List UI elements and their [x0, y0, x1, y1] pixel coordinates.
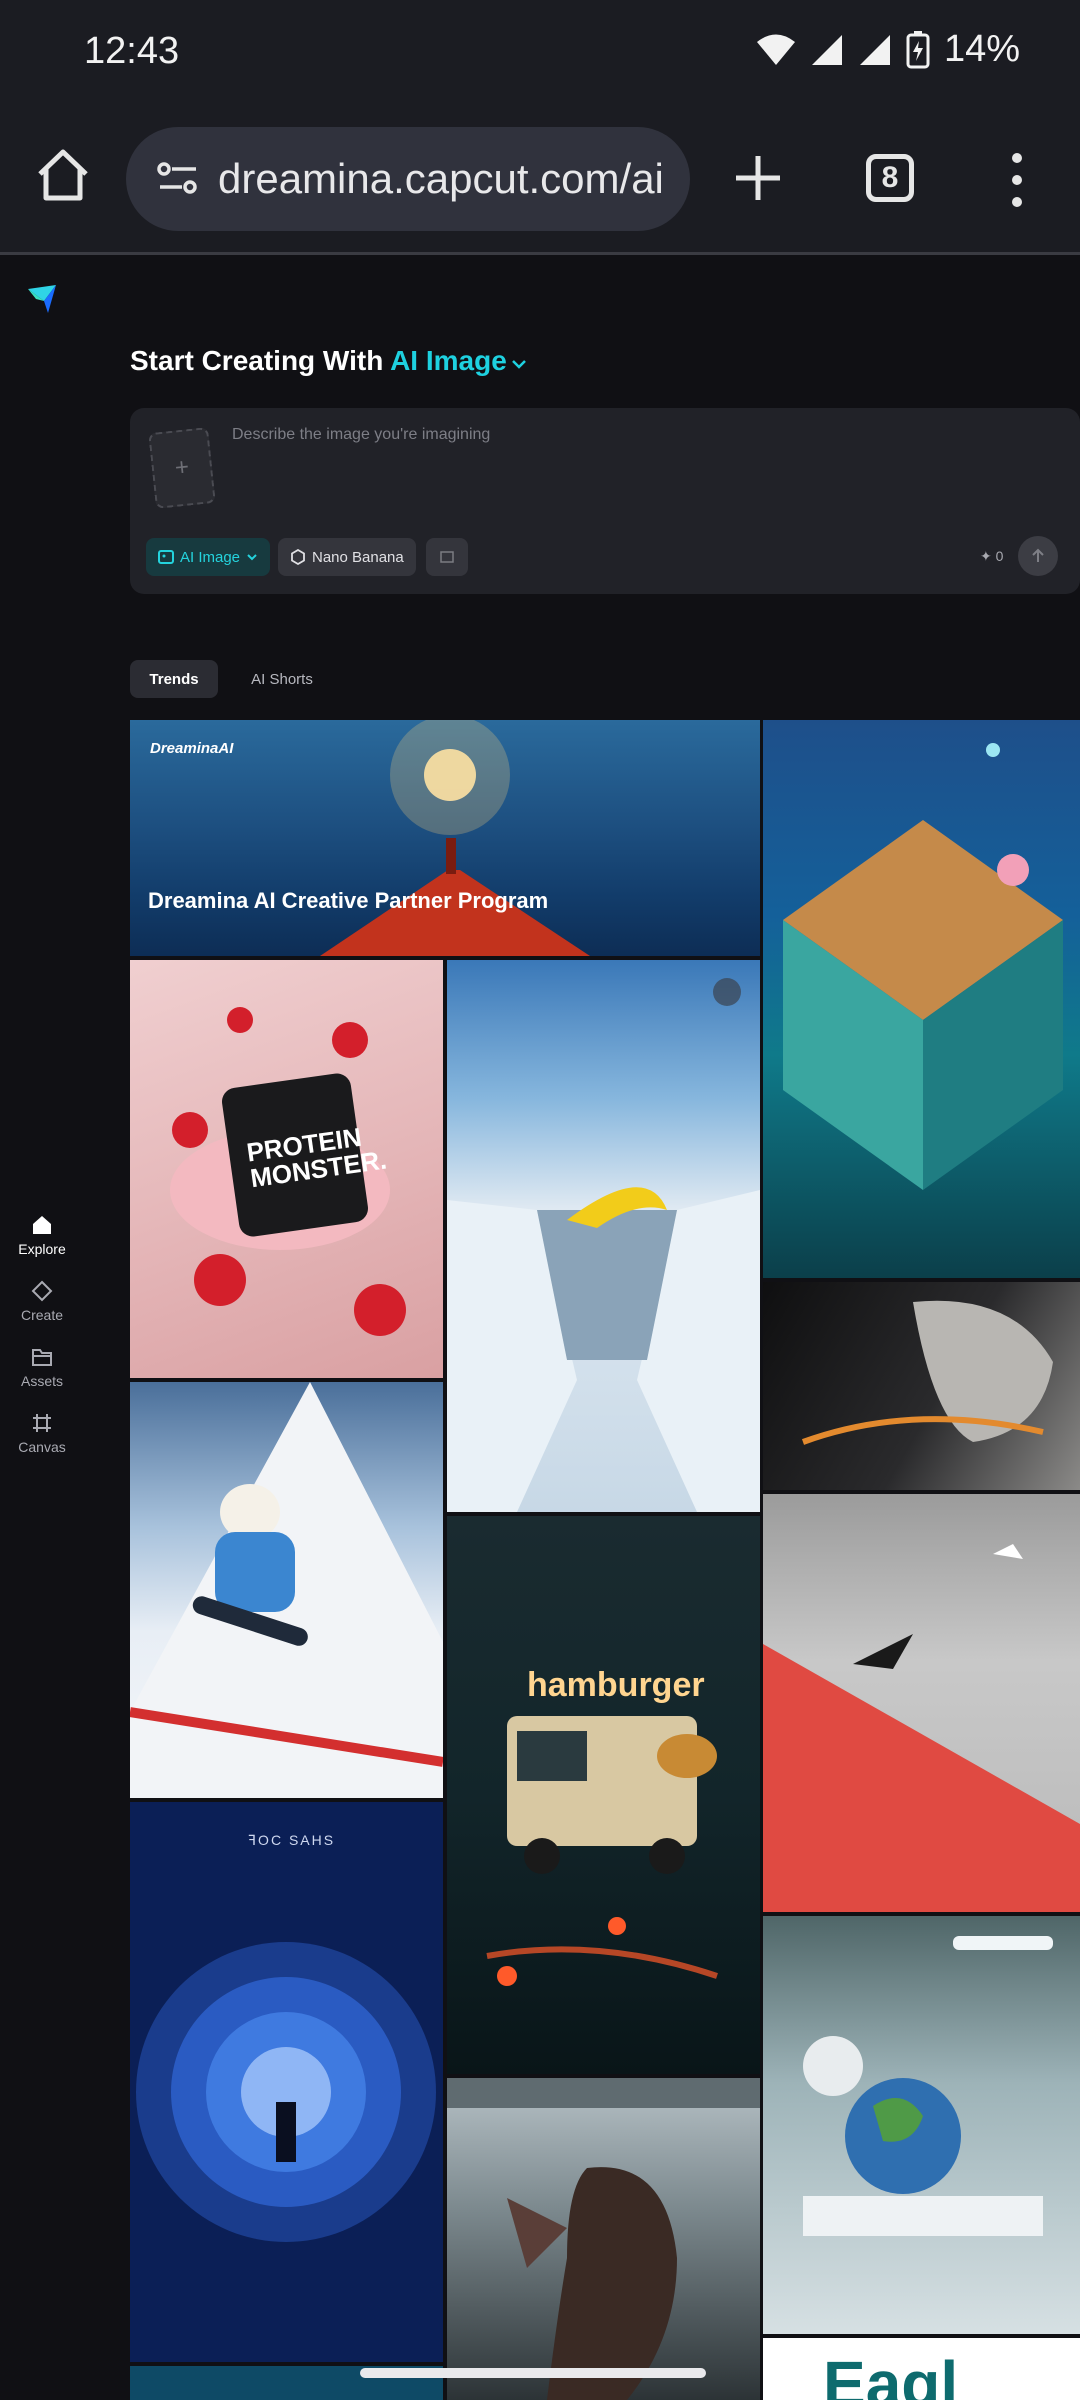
sculpture-art: [801, 1300, 1053, 1445]
home-icon[interactable]: [34, 146, 92, 204]
chip-label: Nano Banana: [312, 548, 404, 566]
status-bar: 12:43 14%: [0, 0, 1080, 110]
home-icon: [33, 1216, 51, 1234]
battery-percent: 14%: [943, 28, 1020, 70]
banner-card[interactable]: DreaminaAI Dreamina AI Creative Partner …: [130, 720, 760, 956]
sign-text: Eagl: [823, 2348, 959, 2400]
food-truck-art: [486, 1716, 718, 1986]
gallery-card-bear[interactable]: [130, 1382, 443, 1798]
page-title: Start Creating With AI Image: [130, 345, 527, 377]
gallery-card-protein[interactable]: PROTEIN MONSTER.: [130, 960, 443, 1378]
gallery-card-hospital[interactable]: [763, 1916, 1080, 2334]
model-icon: [291, 549, 305, 565]
red-city-art: [763, 1544, 1080, 1912]
aspect-ratio-button[interactable]: [426, 538, 468, 576]
tab-switcher-button[interactable]: 8: [866, 154, 914, 202]
home-indicator[interactable]: [360, 2368, 706, 2378]
chip-label: AI Image: [180, 548, 241, 566]
prompt-input[interactable]: Describe the image you're imagining: [232, 426, 490, 444]
site-settings-icon[interactable]: [148, 159, 208, 199]
sidebar-item-explore[interactable]: Explore: [0, 1213, 84, 1257]
status-icons: 14%: [756, 28, 1020, 71]
sidebar-item-assets[interactable]: Assets: [0, 1345, 84, 1389]
canvas-icon: [33, 1414, 51, 1432]
chevron-down-icon: [511, 360, 526, 369]
title-prefix: Start Creating With: [130, 345, 384, 376]
banner-brand: DreaminaAI: [150, 740, 234, 757]
underwater-art: [783, 743, 1063, 1190]
sidebar-item-label: Assets: [20, 1373, 63, 1389]
more-options-icon[interactable]: [1000, 150, 1034, 210]
dreamina-logo-icon[interactable]: [26, 283, 58, 315]
gallery-card-red-city[interactable]: [763, 1494, 1080, 1912]
chevron-down-icon: [247, 554, 257, 561]
ai-image-chip[interactable]: AI Image: [146, 538, 271, 576]
upload-reference-button[interactable]: +: [148, 427, 216, 509]
model-chip[interactable]: Nano Banana: [278, 538, 416, 576]
diamond-icon: [31, 1280, 53, 1302]
neon-sign: hamburger: [527, 1666, 705, 1704]
poster-title: ꟻOC SAHS: [248, 1832, 336, 1848]
battery-icon: [906, 30, 930, 68]
gallery-card-food-truck[interactable]: hamburger: [447, 1516, 760, 2074]
sidebar: Explore Create Assets Canvas: [0, 255, 84, 2400]
gallery-card-underwater-city[interactable]: [763, 720, 1080, 1278]
hospital-art: [803, 1936, 1053, 2236]
tab-trends[interactable]: Trends: [130, 660, 218, 698]
credits-value: 0: [995, 548, 1004, 564]
send-button[interactable]: [1018, 536, 1058, 576]
sidebar-item-canvas[interactable]: Canvas: [0, 1411, 84, 1455]
wifi-icon: [756, 34, 795, 65]
gallery-card-vortex[interactable]: ꟻOC SAHS: [130, 1802, 443, 2362]
gallery-card-glacier[interactable]: [447, 960, 760, 1512]
arrow-up-icon: [1032, 548, 1044, 562]
sidebar-item-label: Create: [20, 1307, 64, 1323]
status-time: 12:43: [84, 30, 180, 72]
image-icon: [158, 550, 174, 564]
credits-indicator: ✦ 0: [980, 548, 1004, 564]
mode-label: AI Image: [390, 345, 507, 376]
new-tab-icon[interactable]: [732, 152, 784, 204]
signal-icon: [859, 34, 890, 65]
gallery-card-sculpture[interactable]: [763, 1282, 1080, 1490]
glacier-art: [447, 978, 760, 1512]
sidebar-item-create[interactable]: Create: [0, 1279, 84, 1323]
folder-icon: [32, 1349, 52, 1366]
portrait-art: [447, 2078, 760, 2400]
sidebar-item-label: Canvas: [18, 1439, 66, 1455]
prompt-card: + Describe the image you're imagining AI…: [130, 408, 1080, 594]
sidebar-item-label: Explore: [18, 1241, 66, 1257]
address-bar[interactable]: dreamina.capcut.com/ai: [126, 127, 690, 231]
signal-icon: [811, 34, 842, 65]
banner-title: Dreamina AI Creative Partner Program: [148, 888, 549, 913]
browser-toolbar: dreamina.capcut.com/ai 8: [0, 110, 1080, 255]
bear-art: [130, 1382, 443, 1798]
mode-dropdown[interactable]: AI Image: [390, 345, 527, 376]
gallery-card-eagle[interactable]: Eagl: [763, 2338, 1080, 2400]
vortex-art: [136, 1942, 436, 2242]
gallery-card-portrait[interactable]: [447, 2078, 760, 2400]
tab-ai-shorts[interactable]: AI Shorts: [232, 660, 332, 698]
ratio-icon: [440, 551, 454, 563]
url-text[interactable]: dreamina.capcut.com/ai: [218, 155, 664, 203]
